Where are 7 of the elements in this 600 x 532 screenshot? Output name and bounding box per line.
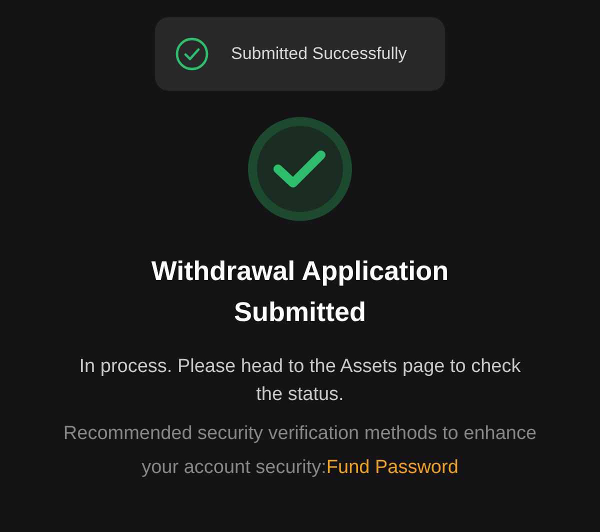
success-check-icon	[248, 117, 352, 221]
security-recommendation: Recommended security verification methods to enhance your account security:Fund Password	[62, 422, 538, 480]
result-title: Withdrawal Application Submitted	[150, 255, 450, 329]
status-message: In process. Please head to the Assets page to check the status.	[78, 355, 522, 407]
fund-password-link[interactable]: Fund Password	[326, 457, 458, 478]
check-circle-icon	[175, 37, 209, 71]
toast-message: Submitted Successfully	[231, 44, 407, 64]
